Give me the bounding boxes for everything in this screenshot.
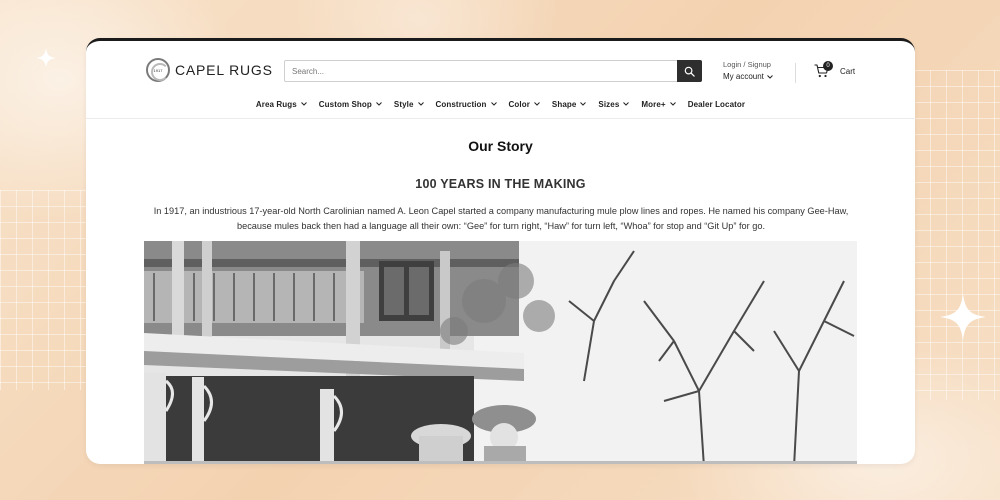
sparkle-icon bbox=[36, 48, 56, 68]
site-header: 1917 CAPEL RUGS Login / Signup My accoun… bbox=[86, 41, 915, 89]
chevron-down-icon bbox=[300, 102, 307, 106]
cart-button[interactable]: 0 Cart bbox=[814, 61, 856, 78]
historic-house-photo bbox=[144, 241, 857, 464]
search-input[interactable] bbox=[285, 61, 677, 81]
nav-item-label: Shape bbox=[551, 99, 577, 109]
chevron-down-icon bbox=[669, 102, 676, 106]
page-title: Our Story bbox=[468, 138, 533, 154]
brand-logo[interactable]: 1917 CAPEL RUGS bbox=[146, 58, 273, 82]
story-paragraph: In 1917, an industrious 17-year-old Nort… bbox=[153, 206, 849, 231]
logo-mark-text: 1917 bbox=[153, 67, 163, 73]
nav-item-label: Dealer Locator bbox=[687, 99, 746, 109]
chevron-down-icon bbox=[490, 102, 497, 106]
grid-decoration-left bbox=[0, 190, 88, 390]
chevron-down-icon bbox=[580, 102, 587, 106]
nav-item-sizes[interactable]: Sizes bbox=[598, 96, 630, 112]
cart-count-badge: 0 bbox=[823, 61, 833, 71]
search-button[interactable] bbox=[677, 60, 702, 82]
nav-item-label: More+ bbox=[641, 99, 666, 109]
nav-item-label: Sizes bbox=[598, 99, 620, 109]
brand-name: CAPEL RUGS bbox=[175, 62, 273, 78]
nav-item-dealer-locator[interactable]: Dealer Locator bbox=[688, 96, 745, 112]
search-icon bbox=[684, 66, 695, 77]
sparkle-icon bbox=[940, 294, 986, 340]
main-navigation: Area Rugs Custom Shop Style Construction… bbox=[86, 96, 915, 112]
historic-photo-illustration bbox=[144, 241, 857, 464]
nav-item-label: Style bbox=[393, 99, 414, 109]
my-account-dropdown[interactable]: My account bbox=[723, 72, 773, 81]
nav-item-label: Color bbox=[508, 99, 530, 109]
chevron-down-icon bbox=[376, 102, 382, 106]
grid-decoration-right bbox=[914, 70, 1000, 400]
chevron-down-icon bbox=[767, 74, 773, 79]
account-menu[interactable]: Login / Signup My account bbox=[723, 60, 773, 81]
chevron-down-icon bbox=[417, 102, 424, 106]
nav-item-shape[interactable]: Shape bbox=[552, 96, 587, 112]
nav-item-label: Area Rugs bbox=[255, 99, 297, 109]
nav-item-custom-shop[interactable]: Custom Shop bbox=[319, 96, 382, 112]
chevron-down-icon bbox=[534, 102, 540, 106]
nav-divider bbox=[86, 118, 915, 119]
nav-item-label: Construction bbox=[435, 99, 487, 109]
section-subtitle: 100 YEARS IN THE MAKING bbox=[415, 177, 586, 191]
nav-item-more[interactable]: More+ bbox=[641, 96, 676, 112]
header-divider bbox=[795, 63, 796, 83]
nav-item-label: Custom Shop bbox=[318, 99, 372, 109]
nav-item-style[interactable]: Style bbox=[394, 96, 424, 112]
logo-mark-icon: 1917 bbox=[146, 58, 170, 82]
login-signup-link[interactable]: Login / Signup bbox=[723, 60, 773, 69]
nav-item-construction[interactable]: Construction bbox=[436, 96, 497, 112]
nav-item-color[interactable]: Color bbox=[509, 96, 540, 112]
my-account-label: My account bbox=[723, 72, 764, 81]
search-bar bbox=[284, 60, 702, 82]
browser-card: 1917 CAPEL RUGS Login / Signup My accoun… bbox=[86, 38, 915, 464]
cart-label: Cart bbox=[840, 66, 856, 76]
nav-item-area-rugs[interactable]: Area Rugs bbox=[256, 96, 307, 112]
chevron-down-icon bbox=[623, 102, 630, 106]
